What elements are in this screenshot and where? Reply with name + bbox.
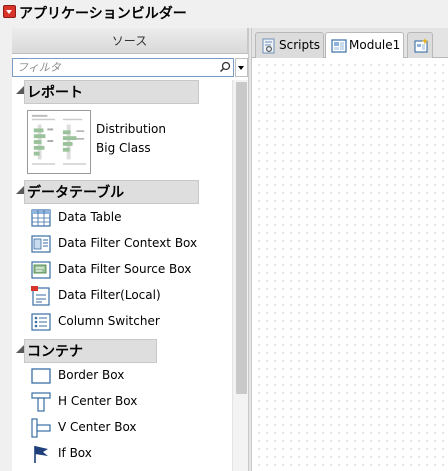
filter-row: フィルタ <box>12 58 248 78</box>
title-bar: アプリケーションビルダー <box>0 0 448 26</box>
module-icon <box>331 39 347 53</box>
item-label: Border Box <box>58 368 125 382</box>
tab-label: Module1 <box>349 38 401 52</box>
report-thumbnail-icon <box>27 110 91 174</box>
item-label: H Center Box <box>58 394 138 408</box>
section-report-label: レポート <box>24 80 199 104</box>
section-container-label: コンテナ <box>24 339 157 363</box>
item-label: Data Filter Source Box <box>58 262 192 276</box>
red-triangle-menu-icon[interactable] <box>3 5 16 18</box>
item-label: Data Filter Context Box <box>58 236 198 250</box>
module-canvas[interactable] <box>252 58 448 471</box>
sources-panel: ソース フィルタ レポート Distribution Big Class データ… <box>12 28 248 471</box>
item-label: If Box <box>58 446 92 460</box>
report-name: Distribution <box>96 122 167 136</box>
report-item-distribution[interactable]: Distribution Big Class <box>27 110 227 176</box>
item-label: Data Table <box>58 210 122 224</box>
report-table-name: Big Class <box>96 141 151 155</box>
section-container[interactable]: コンテナ <box>12 339 172 363</box>
section-report[interactable]: レポート <box>12 80 202 104</box>
item-label: Column Switcher <box>58 314 160 328</box>
column-switcher-icon <box>31 313 51 331</box>
vertical-scrollbar[interactable] <box>232 80 248 471</box>
search-icon[interactable] <box>219 61 231 73</box>
workspace-panel: Scripts Module1 <box>252 28 448 471</box>
collapse-triangle-icon[interactable] <box>16 345 24 353</box>
collapse-triangle-icon[interactable] <box>16 186 24 194</box>
filter-context-icon <box>31 235 51 253</box>
h-center-box-icon <box>31 392 51 412</box>
section-data-table-label: データテーブル <box>24 180 199 204</box>
flag-icon <box>34 446 48 463</box>
scripts-icon <box>262 38 275 54</box>
item-label: Data Filter(Local) <box>58 288 161 302</box>
new-module-icon <box>414 38 429 53</box>
scrollbar-thumb[interactable] <box>236 82 247 394</box>
tab-new-module[interactable] <box>407 32 433 58</box>
section-data-table[interactable]: データテーブル <box>12 180 212 204</box>
collapse-triangle-icon[interactable] <box>16 86 24 94</box>
tab-scripts[interactable]: Scripts <box>255 32 324 58</box>
border-box-icon <box>31 368 51 384</box>
sources-header: ソース <box>12 28 248 54</box>
filter-input[interactable]: フィルタ <box>12 58 234 77</box>
item-label: V Center Box <box>58 420 137 434</box>
tab-label: Scripts <box>279 38 321 52</box>
filter-source-icon <box>31 261 51 279</box>
filter-dropdown-button[interactable] <box>235 58 248 77</box>
window-title: アプリケーションビルダー <box>19 6 187 22</box>
local-filter-icon <box>31 286 50 306</box>
tab-module1[interactable]: Module1 <box>325 32 404 59</box>
tab-bar: Scripts Module1 <box>252 28 448 59</box>
v-center-box-icon <box>31 418 51 438</box>
data-table-icon <box>31 209 51 227</box>
